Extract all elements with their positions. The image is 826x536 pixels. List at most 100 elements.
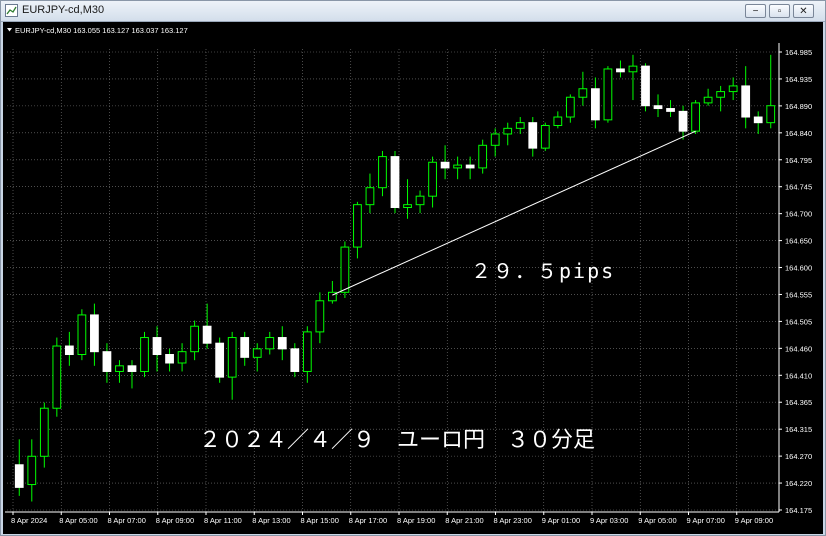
price-tick-label: 164.175 (785, 506, 812, 515)
candle-body-bear (591, 88, 600, 121)
header-dropdown-icon[interactable] (7, 28, 12, 32)
candlestick-chart-svg[interactable]: 164.985 164.935 164.890 164.840 164.795 164.7… (3, 22, 823, 534)
candle (52, 337, 62, 417)
candle (64, 331, 74, 366)
candle (753, 111, 763, 134)
candle-body-bull (315, 300, 325, 333)
candle (691, 100, 700, 134)
candle-body-bull (190, 325, 199, 353)
candle-body-bear (753, 116, 763, 124)
candle-body-bull (227, 337, 237, 378)
candle-body-bull (302, 331, 312, 372)
candle-body-bear (64, 345, 74, 356)
time-tick-label: 8 Apr 05:00 (59, 516, 97, 525)
candle (177, 343, 187, 372)
price-tick-label: 164.315 (785, 425, 812, 434)
candle-body-bull (39, 407, 49, 457)
price-tick-label: 164.700 (785, 210, 812, 219)
candle (315, 292, 325, 344)
candle (365, 173, 375, 214)
price-chart[interactable]: 164.985 164.935 164.890 164.840 164.795 164.7… (3, 22, 823, 534)
price-tick-label: 164.365 (785, 398, 812, 407)
candle-body-bear (215, 342, 225, 378)
candle-body-bear (277, 337, 287, 350)
candle-body-bull (265, 337, 275, 350)
candle-body-bull (340, 246, 350, 293)
candle-body-bull (77, 314, 87, 356)
candle (666, 100, 675, 118)
time-tick-label: 8 Apr 2024 (11, 516, 47, 525)
time-tick-label: 9 Apr 03:00 (590, 516, 628, 525)
candle (265, 331, 275, 355)
candle (90, 303, 99, 366)
date-annotation: ２０２４／４／９ ユーロ円 ３０分足 (199, 428, 595, 453)
close-button[interactable]: ✕ (793, 4, 814, 18)
candle (428, 156, 437, 208)
candle (628, 54, 638, 101)
candle-body-bull (766, 105, 776, 124)
restore-button[interactable]: ▫ (769, 4, 790, 18)
price-tick-label: 164.745 (785, 183, 812, 192)
price-tick-label: 164.795 (785, 156, 812, 165)
candle-body-bull (140, 337, 149, 372)
price-tick-label: 164.270 (785, 452, 812, 461)
candle (716, 85, 726, 112)
candle-body-bull (428, 161, 437, 197)
window-titlebar[interactable]: EURJPY-cd,M30 − ▫ ✕ (1, 1, 825, 22)
candle (741, 66, 751, 129)
candle (390, 150, 400, 214)
candle (378, 150, 387, 197)
candle-body-bull (403, 204, 412, 208)
candle-body-bull (177, 351, 187, 364)
window-title: EURJPY-cd,M30 (22, 4, 105, 16)
candle (565, 94, 575, 123)
candle-body-bull (540, 125, 550, 149)
candle-body-bear (152, 337, 162, 356)
candle (641, 63, 650, 112)
candle (678, 105, 688, 140)
time-tick-label: 8 Apr 09:00 (156, 516, 194, 525)
candle-body-bear (202, 325, 212, 344)
candle-body-bull (365, 187, 375, 206)
candle (190, 320, 199, 361)
candle-body-bear (127, 365, 137, 372)
candle (140, 331, 149, 378)
candle-body-bear (390, 156, 400, 208)
candle-body-bear (666, 108, 675, 112)
candle (77, 309, 87, 361)
candle-body-bull (252, 348, 262, 358)
candle-body-bull (691, 102, 700, 132)
minimize-button[interactable]: − (745, 4, 766, 18)
candle-body-bull (415, 195, 425, 206)
candle-body-bear (165, 354, 174, 364)
candle (653, 94, 663, 118)
price-tick-label: 164.985 (785, 48, 812, 57)
time-tick-label: 8 Apr 07:00 (108, 516, 146, 525)
chart-window: EURJPY-cd,M30 − ▫ ✕ 164.985 164.935 164.89… (0, 0, 826, 536)
candle-body-bull (553, 116, 563, 127)
candle-body-bear (440, 161, 450, 169)
candle-body-bull (378, 156, 387, 189)
time-tick-label: 8 Apr 23:00 (494, 516, 532, 525)
candle (591, 77, 600, 129)
candle-body-bull (628, 65, 638, 73)
price-tick-label: 164.890 (785, 102, 812, 111)
candle (703, 88, 713, 106)
candle (202, 303, 212, 349)
candle-body-bull (503, 127, 513, 135)
price-tick-label: 164.600 (785, 264, 812, 273)
price-tick-label: 164.555 (785, 290, 812, 299)
candle-body-bull (565, 96, 575, 118)
candle (165, 348, 174, 372)
candle-body-bear (653, 105, 663, 110)
candle-body-bull (728, 85, 738, 93)
candle (540, 122, 550, 151)
candle-body-bear (90, 314, 99, 353)
candle-body-bull (515, 122, 525, 129)
time-tick-label: 9 Apr 09:00 (735, 516, 773, 525)
candle (127, 360, 137, 389)
candle-body-bear (102, 351, 112, 372)
candle-body-bull (490, 133, 500, 146)
candle (215, 337, 225, 383)
candle (302, 326, 312, 383)
